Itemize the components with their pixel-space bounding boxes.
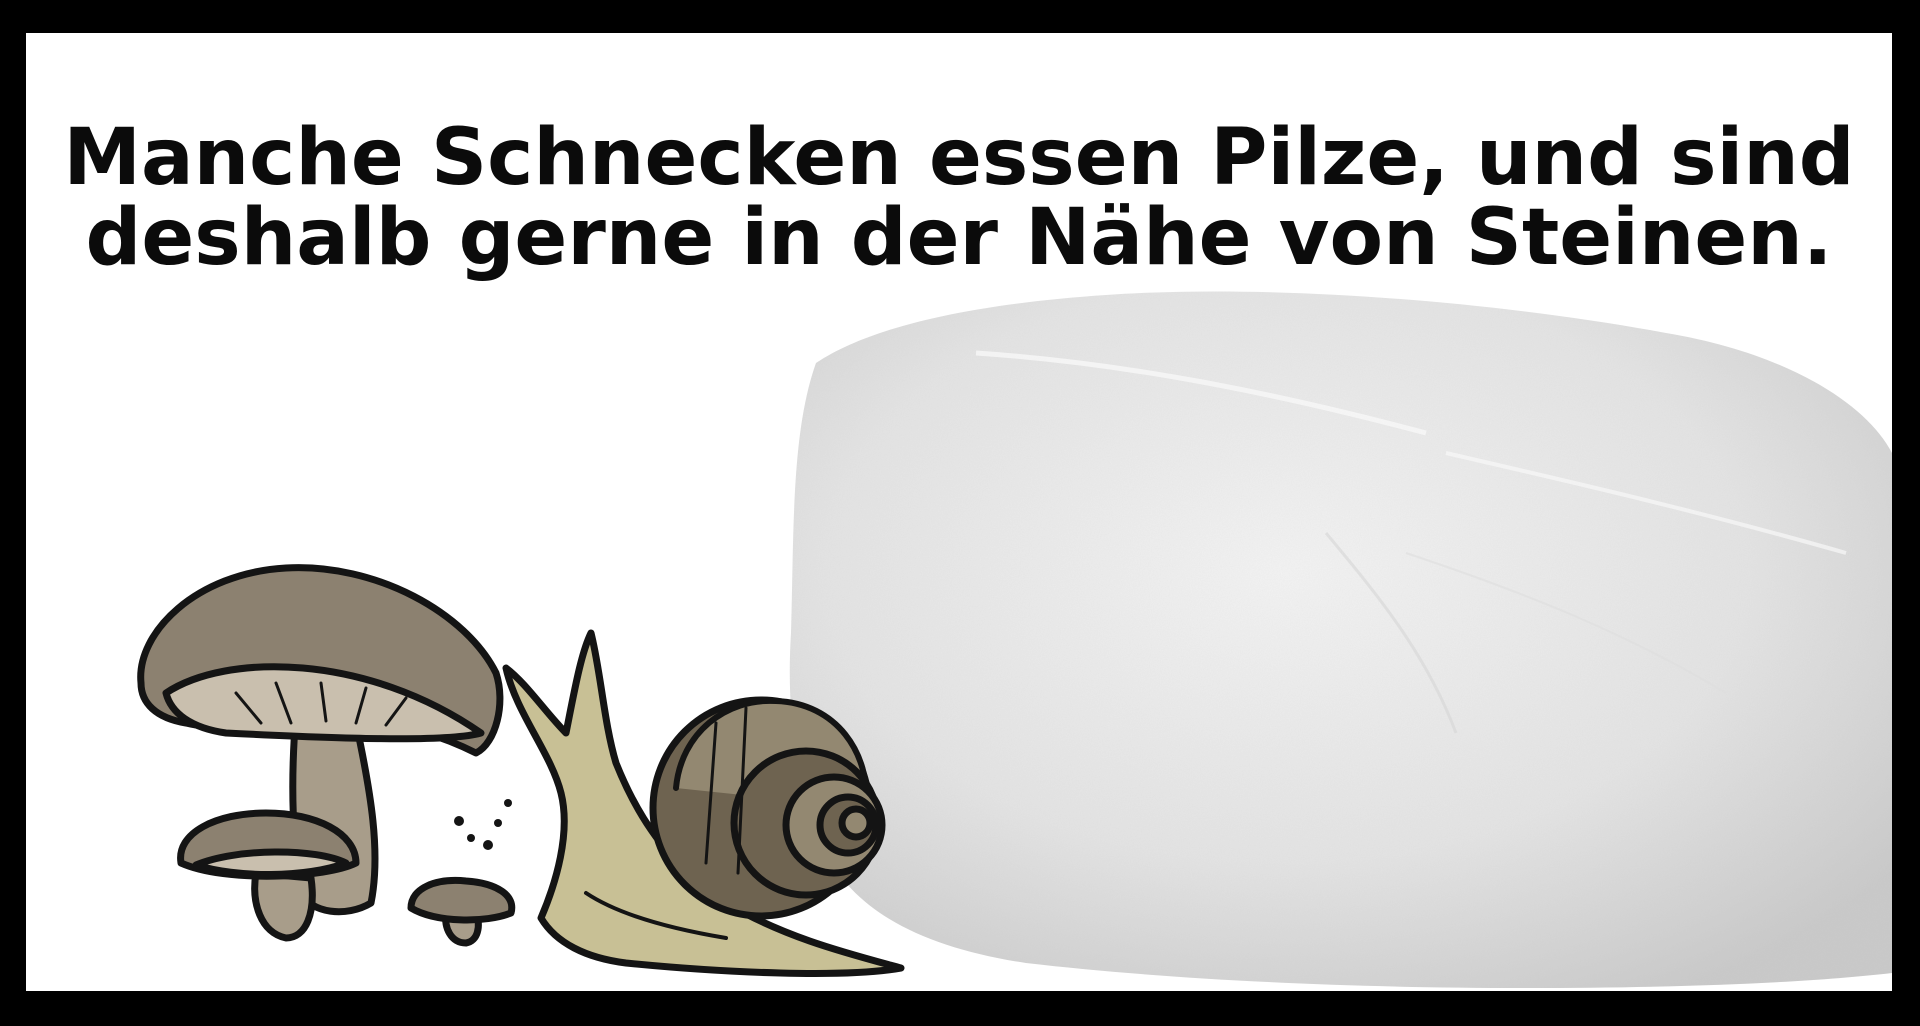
- caption-line-2: deshalb gerne in der Nähe von Steinen.: [85, 193, 1833, 283]
- mushroom-icon: [137, 564, 516, 947]
- comic-panel: Manche Schnecken essen Pilze, und sind d…: [26, 33, 1892, 991]
- caption-line-1: Manche Schnecken essen Pilze, und sind: [63, 113, 1855, 203]
- rock-icon: [789, 291, 1892, 988]
- caption-text: Manche Schnecken essen Pilze, und sind d…: [26, 118, 1892, 278]
- crumbs: [454, 799, 512, 850]
- black-frame: Manche Schnecken essen Pilze, und sind d…: [0, 0, 1920, 1026]
